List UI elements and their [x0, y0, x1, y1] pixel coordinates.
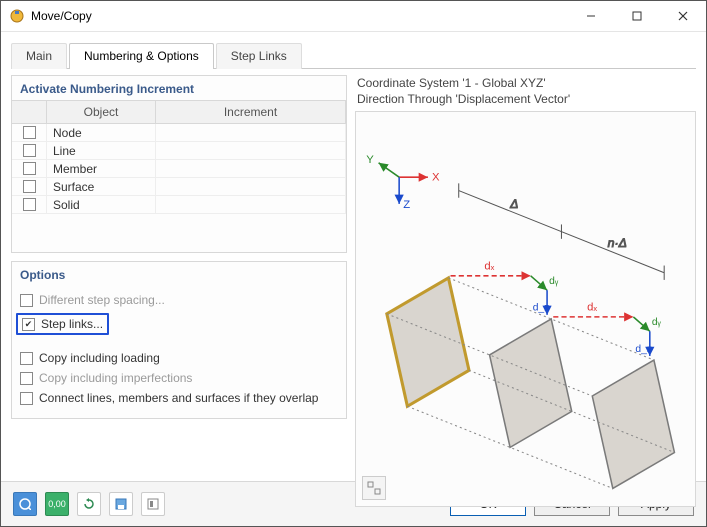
row-increment[interactable]	[156, 178, 346, 195]
numbering-panel: Activate Numbering Increment Object Incr…	[11, 75, 347, 253]
svg-text:dₓ: dₓ	[587, 302, 597, 314]
checkbox[interactable]	[22, 318, 35, 331]
reset-icon	[83, 498, 95, 510]
axes-indicator: X Y Z	[366, 154, 440, 211]
titlebar: Move/Copy	[1, 1, 706, 32]
checkbox[interactable]	[20, 392, 33, 405]
row-checkbox[interactable]	[23, 144, 36, 157]
checkbox	[20, 294, 33, 307]
table-row[interactable]: Node	[12, 124, 346, 142]
svg-text:dᵧ: dᵧ	[549, 276, 559, 287]
maximize-button[interactable]	[614, 1, 660, 31]
displacement-arrows-2: dₓ dᵧ d_z	[553, 302, 661, 356]
option-label: Copy including loading	[39, 351, 160, 365]
displacement-arrows-1: dₓ dᵧ d_z	[451, 261, 559, 315]
row-increment[interactable]	[156, 196, 346, 213]
preview-pane: X Y Z Δ n·Δ	[355, 111, 696, 506]
option-label: Connect lines, members and surfaces if t…	[39, 391, 318, 405]
row-object: Solid	[47, 196, 156, 213]
window-title: Move/Copy	[31, 9, 568, 23]
svg-text:d_z: d_z	[533, 303, 550, 314]
svg-text:X: X	[432, 172, 440, 184]
svg-text:Δ: Δ	[509, 197, 518, 211]
checkbox	[20, 372, 33, 385]
footer-tools: 0,00	[13, 492, 165, 516]
option-copy-including-imperfections: Copy including imperfections	[20, 368, 338, 388]
row-increment[interactable]	[156, 160, 346, 177]
units-button[interactable]: 0,00	[45, 492, 69, 516]
table-row[interactable]: Line	[12, 142, 346, 160]
checkbox[interactable]	[20, 352, 33, 365]
grid-header-increment: Increment	[156, 101, 346, 123]
row-object: Surface	[47, 178, 156, 195]
svg-text:n·Δ: n·Δ	[608, 236, 627, 250]
grid-header-check	[12, 101, 47, 123]
help-button[interactable]	[13, 492, 37, 516]
content-area: Activate Numbering Increment Object Incr…	[1, 69, 706, 481]
row-checkbox[interactable]	[23, 126, 36, 139]
original-shape	[387, 278, 469, 406]
options-panel-title: Options	[12, 262, 346, 286]
grid-header-object: Object	[47, 101, 156, 123]
tabstrip: Main Numbering & Options Step Links	[11, 40, 696, 69]
dialog-window: Move/Copy Main Numbering & Options Step …	[0, 0, 707, 527]
numbering-panel-title: Activate Numbering Increment	[12, 76, 346, 100]
right-column: Coordinate System '1 - Global XYZ' Direc…	[355, 75, 696, 477]
option-label: Different step spacing...	[39, 293, 165, 307]
copy-shape-2	[592, 360, 674, 488]
save-icon	[115, 498, 127, 510]
row-object: Line	[47, 142, 156, 159]
tab-main[interactable]: Main	[11, 43, 67, 69]
option-label: Copy including imperfections	[39, 371, 192, 385]
load-icon	[147, 498, 159, 510]
tab-numbering-options[interactable]: Numbering & Options	[69, 43, 214, 69]
numbering-grid: Object Increment Node Line	[12, 100, 346, 228]
tab-step-links[interactable]: Step Links	[216, 43, 302, 69]
preview-tool-button[interactable]	[362, 476, 386, 500]
row-increment[interactable]	[156, 124, 346, 141]
option-label: Step links...	[41, 317, 103, 331]
row-increment[interactable]	[156, 142, 346, 159]
table-row[interactable]: Solid	[12, 196, 346, 214]
minimize-button[interactable]	[568, 1, 614, 31]
help-icon	[19, 498, 31, 510]
svg-text:Z: Z	[403, 199, 410, 211]
option-copy-including-loading[interactable]: Copy including loading	[20, 348, 338, 368]
grid-body: Node Line Member	[12, 124, 346, 228]
preview-header: Coordinate System '1 - Global XYZ' Direc…	[355, 75, 696, 111]
diagram-svg: X Y Z Δ n·Δ	[356, 112, 695, 505]
close-button[interactable]	[660, 1, 706, 31]
left-column: Activate Numbering Increment Object Incr…	[11, 75, 347, 477]
option-connect-overlap[interactable]: Connect lines, members and surfaces if t…	[20, 388, 338, 408]
load-default-button[interactable]	[141, 492, 165, 516]
option-different-step-spacing: Different step spacing...	[20, 290, 338, 310]
svg-text:dᵧ: dᵧ	[652, 317, 662, 328]
reset-button[interactable]	[77, 492, 101, 516]
row-object: Node	[47, 124, 156, 141]
svg-text:Y: Y	[366, 154, 374, 166]
table-row[interactable]: Member	[12, 160, 346, 178]
row-checkbox[interactable]	[23, 198, 36, 211]
table-row[interactable]: Surface	[12, 178, 346, 196]
svg-text:d_z: d_z	[635, 344, 652, 355]
preview-line2: Direction Through 'Displacement Vector'	[357, 91, 694, 107]
grid-header: Object Increment	[12, 101, 346, 124]
row-checkbox[interactable]	[23, 180, 36, 193]
row-checkbox[interactable]	[23, 162, 36, 175]
save-default-button[interactable]	[109, 492, 133, 516]
row-object: Member	[47, 160, 156, 177]
display-options-icon	[367, 481, 381, 495]
preview-line1: Coordinate System '1 - Global XYZ'	[357, 75, 694, 91]
app-icon	[9, 8, 25, 24]
options-panel: Options Different step spacing... Step l…	[11, 261, 347, 419]
option-step-links[interactable]: Step links...	[20, 310, 338, 338]
svg-text:dₓ: dₓ	[484, 261, 494, 273]
